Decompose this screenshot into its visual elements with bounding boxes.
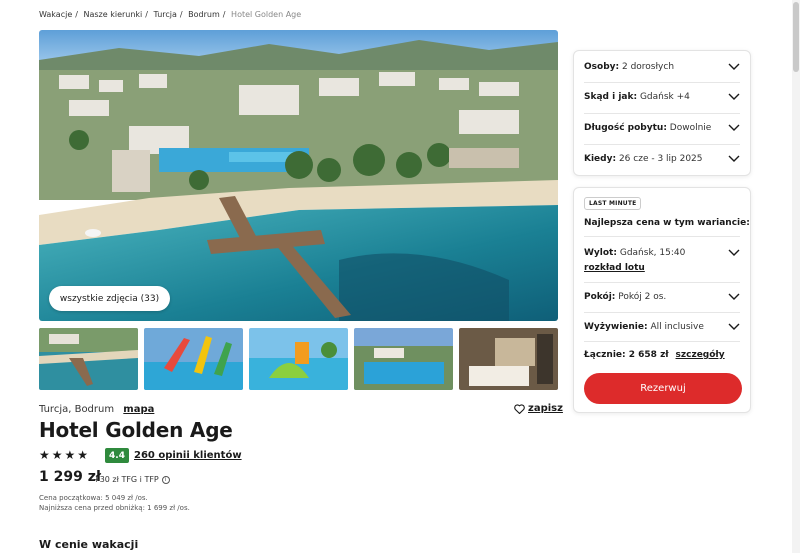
guests-selector[interactable]: Osoby: 2 dorosłych: [584, 60, 740, 74]
chevron-down-icon: [728, 63, 740, 70]
breadcrumb-item[interactable]: Bodrum: [188, 10, 220, 19]
divider: [584, 312, 740, 313]
origin-selector[interactable]: Skąd i jak: Gdańsk +4: [584, 90, 740, 104]
board-value: All inclusive: [650, 322, 704, 332]
scrollbar-thumb[interactable]: [793, 2, 799, 72]
breadcrumb-item[interactable]: Wakacje: [39, 10, 72, 19]
star-icon: ★: [64, 448, 76, 462]
breadcrumb-current: Hotel Golden Age: [231, 10, 302, 19]
price: 1 299 zł: [39, 469, 102, 485]
breadcrumb-item[interactable]: Nasze kierunki: [84, 10, 143, 19]
flight-value: Gdańsk, 15:40: [619, 248, 686, 258]
last-minute-badge: LAST MINUTE: [584, 197, 642, 210]
chevron-down-icon: [728, 293, 740, 300]
dates-selector[interactable]: Kiedy: 26 cze - 3 lip 2025: [584, 152, 740, 166]
board-selector[interactable]: Wyżywienie: All inclusive: [584, 320, 740, 334]
origin-value: Gdańsk +4: [639, 92, 690, 102]
book-button[interactable]: Rezerwuj: [584, 373, 742, 404]
main-photo[interactable]: [39, 30, 558, 321]
thumbnail-photo[interactable]: [354, 328, 453, 390]
price-extra: +30 zł TFG i TFP i: [93, 475, 170, 484]
duration-label: Długość pobytu:: [584, 123, 667, 133]
hotel-name: Hotel Golden Age: [39, 418, 233, 442]
scrollbar[interactable]: [792, 0, 800, 553]
chevron-down-icon: [728, 249, 740, 256]
divider: [584, 144, 740, 145]
thumbnail-photo[interactable]: [39, 328, 138, 390]
flight-label: Wylot:: [584, 248, 617, 258]
flight-schedule-link[interactable]: rozkład lotu: [584, 263, 645, 273]
divider: [584, 341, 740, 342]
all-photos-button[interactable]: wszystkie zdjęcia (33): [49, 286, 170, 311]
chevron-down-icon: [728, 155, 740, 162]
dates-label: Kiedy:: [584, 154, 617, 164]
room-label: Pokój:: [584, 292, 616, 302]
dates-value: 26 cze - 3 lip 2025: [618, 154, 703, 164]
chevron-down-icon: [728, 323, 740, 330]
guests-value: 2 dorosłych: [621, 62, 675, 72]
duration-selector[interactable]: Długość pobytu: Dowolnie: [584, 121, 740, 135]
price-extra-text: +30 zł TFG i TFP: [93, 475, 159, 484]
rating-badge: 4.4: [105, 448, 129, 463]
chevron-down-icon: [728, 124, 740, 131]
thumbnail-strip: [39, 328, 558, 390]
offer-panel: LAST MINUTE Najlepsza cena w tym warianc…: [573, 187, 751, 413]
reviews-link[interactable]: 260 opinii klientów: [134, 450, 242, 461]
total-price-text: Łącznie: 2 658 zł: [584, 350, 669, 360]
chevron-down-icon: [728, 93, 740, 100]
guests-label: Osoby:: [584, 62, 620, 72]
divider: [584, 113, 740, 114]
divider: [584, 282, 740, 283]
save-button[interactable]: zapisz: [514, 403, 563, 414]
thumbnail-photo[interactable]: [459, 328, 558, 390]
save-label: zapisz: [528, 403, 563, 414]
map-link[interactable]: mapa: [123, 404, 154, 415]
search-panel: Osoby: 2 dorosłych Skąd i jak: Gdańsk +4…: [573, 50, 751, 176]
details-link[interactable]: szczegóły: [676, 350, 725, 360]
section-title: W cenie wakacji: [39, 538, 139, 551]
star-icon: ★: [39, 448, 50, 462]
lowest-price-note: Najniższa cena przed obniżką: 1 699 zł /…: [39, 504, 190, 512]
breadcrumb-item[interactable]: Turcja: [154, 10, 177, 19]
hotel-stars: ★ ★ ★ ★: [39, 448, 88, 462]
divider: [584, 82, 740, 83]
divider: [584, 236, 740, 237]
origin-label: Skąd i jak:: [584, 92, 638, 102]
hotel-location: Turcja, Bodrum mapa: [39, 404, 154, 415]
thumbnail-photo[interactable]: [144, 328, 243, 390]
thumbnail-photo[interactable]: [249, 328, 348, 390]
room-selector[interactable]: Pokój: Pokój 2 os.: [584, 290, 740, 304]
board-label: Wyżywienie:: [584, 322, 648, 332]
room-value: Pokój 2 os.: [618, 292, 667, 302]
duration-value: Dowolnie: [669, 123, 712, 133]
heart-icon: [514, 403, 525, 414]
breadcrumb: Wakacje / Nasze kierunki / Turcja / Bodrum /…: [39, 10, 302, 19]
star-icon: ★: [51, 448, 63, 462]
flight-selector[interactable]: Wylot: Gdańsk, 15:40: [584, 246, 740, 260]
initial-price-note: Cena początkowa: 5 049 zł /os.: [39, 494, 148, 502]
star-icon: ★: [77, 448, 89, 462]
info-icon[interactable]: i: [161, 475, 170, 484]
best-price-heading: Najlepsza cena w tym wariancie:: [584, 218, 750, 228]
total-price: Łącznie: 2 658 zł szczegóły: [584, 350, 725, 360]
location-text: Turcja, Bodrum: [39, 404, 115, 415]
